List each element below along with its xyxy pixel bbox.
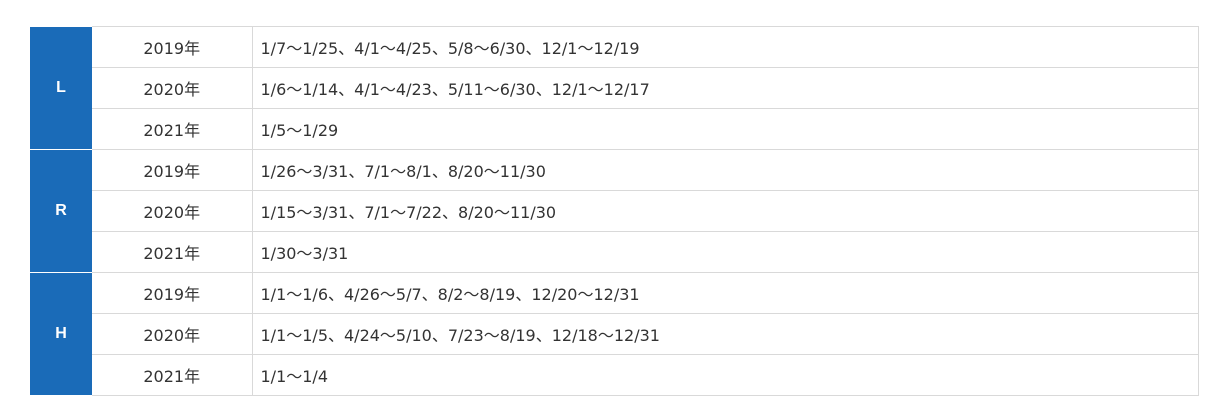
season-group-label-h: H [30, 272, 92, 396]
year-cell: 2021年 [92, 354, 253, 396]
year-cell: 2021年 [92, 108, 253, 150]
table-row: 2021年 1/30～3/31 [30, 231, 1199, 273]
table-row: 2020年 1/1～1/5、4/24～5/10、7/23～8/19、12/18～… [30, 313, 1199, 355]
table-row: L 2019年 1/7～1/25、4/1～4/25、5/8～6/30、12/1～… [30, 26, 1199, 150]
period-cell: 1/6～1/14、4/1～4/23、5/11～6/30、12/1～12/17 [252, 67, 1199, 109]
period-cell: 1/15～3/31、7/1～7/22、8/20～11/30 [252, 190, 1199, 232]
year-cell: 2020年 [92, 190, 253, 232]
period-cell: 1/7～1/25、4/1～4/25、5/8～6/30、12/1～12/19 [252, 26, 1199, 68]
year-cell: 2021年 [92, 231, 253, 273]
table-row: 2021年 1/1～1/4 [30, 354, 1199, 396]
table-row: H 2019年 1/1～1/6、4/26～5/7、8/2～8/19、12/20～… [30, 272, 1199, 396]
table-row: 2020年 1/15～3/31、7/1～7/22、8/20～11/30 [30, 190, 1199, 232]
period-cell: 1/26～3/31、7/1～8/1、8/20～11/30 [252, 149, 1199, 191]
season-group-label-l: L [30, 26, 92, 150]
season-group-label-r: R [30, 149, 92, 273]
year-cell: 2019年 [92, 26, 253, 68]
table-row: 2020年 1/6～1/14、4/1～4/23、5/11～6/30、12/1～1… [30, 67, 1199, 109]
period-cell: 1/30～3/31 [252, 231, 1199, 273]
season-table: L 2019年 1/7～1/25、4/1～4/25、5/8～6/30、12/1～… [30, 26, 1199, 396]
period-cell: 1/1～1/6、4/26～5/7、8/2～8/19、12/20～12/31 [252, 272, 1199, 314]
year-cell: 2019年 [92, 272, 253, 314]
table-row: R 2019年 1/26～3/31、7/1～8/1、8/20～11/30 [30, 149, 1199, 273]
season-calendar: L 2019年 1/7～1/25、4/1～4/25、5/8～6/30、12/1～… [30, 26, 1199, 396]
year-cell: 2019年 [92, 149, 253, 191]
period-cell: 1/1～1/5、4/24～5/10、7/23～8/19、12/18～12/31 [252, 313, 1199, 355]
table-row: 2021年 1/5～1/29 [30, 108, 1199, 150]
period-cell: 1/5～1/29 [252, 108, 1199, 150]
year-cell: 2020年 [92, 313, 253, 355]
year-cell: 2020年 [92, 67, 253, 109]
period-cell: 1/1～1/4 [252, 354, 1199, 396]
